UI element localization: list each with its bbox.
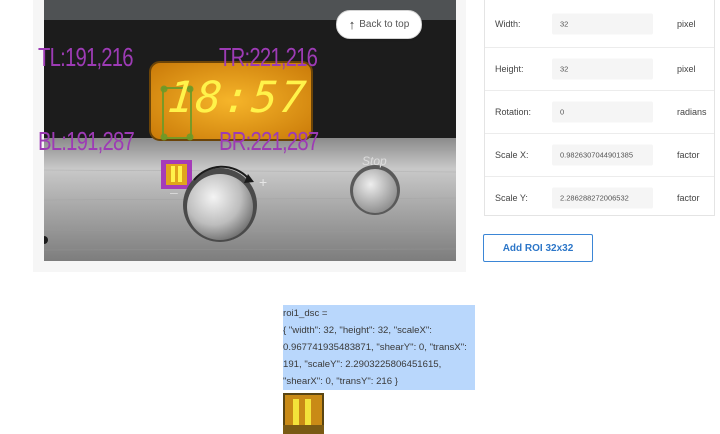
- stop-label: Stop: [362, 154, 387, 168]
- scale-x-field[interactable]: 0.9826307044901385: [552, 144, 653, 166]
- roi-output-line: 191, "scaleY": 2.2903225806451615,: [283, 356, 475, 373]
- overlay-label-bl: BL:191,287: [38, 126, 135, 156]
- rotation-field[interactable]: 0: [552, 101, 653, 123]
- property-label: Width:: [495, 18, 521, 29]
- scale-y-field[interactable]: 2.286288272006532: [552, 187, 653, 209]
- height-field[interactable]: 32: [552, 58, 653, 80]
- oven-display-digits: 18:57: [165, 73, 311, 123]
- arrow-up-icon: ↑: [348, 17, 356, 32]
- property-row-scale-x: Scale X: 0.9826307044901385 factor: [485, 133, 714, 176]
- back-to-top-button[interactable]: ↑ Back to top: [336, 10, 422, 39]
- property-unit: pixel: [677, 18, 696, 29]
- back-to-top-label: Back to top: [359, 19, 410, 30]
- roi-output-text: roi1_dsc = { "width": 32, "height": 32, …: [283, 305, 475, 390]
- roi-output-line: roi1_dsc =: [283, 305, 475, 322]
- property-unit: pixel: [677, 64, 696, 74]
- property-row-height: Height: 32 pixel: [485, 47, 714, 90]
- roi-output-line: "shearX": 0, "transY": 216 }: [283, 373, 475, 390]
- property-unit: radians: [677, 107, 707, 117]
- plus-label: +: [259, 174, 268, 190]
- overlay-label-br: BR:221,287: [219, 126, 319, 156]
- add-roi-button[interactable]: Add ROI 32x32: [483, 234, 593, 262]
- property-row-rotation: Rotation: 0 radians: [485, 90, 714, 133]
- overlay-label-tl: TL:191,216: [38, 42, 134, 72]
- property-unit: factor: [677, 193, 700, 203]
- property-row-width: Width: 32 pixel: [485, 0, 714, 47]
- property-label: Scale Y:: [495, 193, 528, 203]
- roi-properties-panel: Width: 32 pixel Height: 32 pixel Rotatio…: [484, 0, 715, 216]
- property-row-scale-y: Scale Y: 2.286288272006532 factor: [485, 176, 714, 219]
- property-label: Scale X:: [495, 150, 529, 160]
- overlay-label-tr: TR:221,216: [219, 42, 318, 72]
- property-unit: factor: [677, 150, 700, 160]
- minus-label: –: [170, 184, 178, 200]
- roi-output-line: 0.967741935483871, "shearY": 0, "transX"…: [283, 339, 475, 356]
- roi-output-line: { "width": 32, "height": 32, "scaleX":: [283, 322, 475, 339]
- property-label: Rotation:: [495, 107, 532, 117]
- roi-crop-preview: [283, 393, 324, 434]
- property-label: Height:: [495, 64, 524, 74]
- width-field[interactable]: 32: [552, 13, 653, 34]
